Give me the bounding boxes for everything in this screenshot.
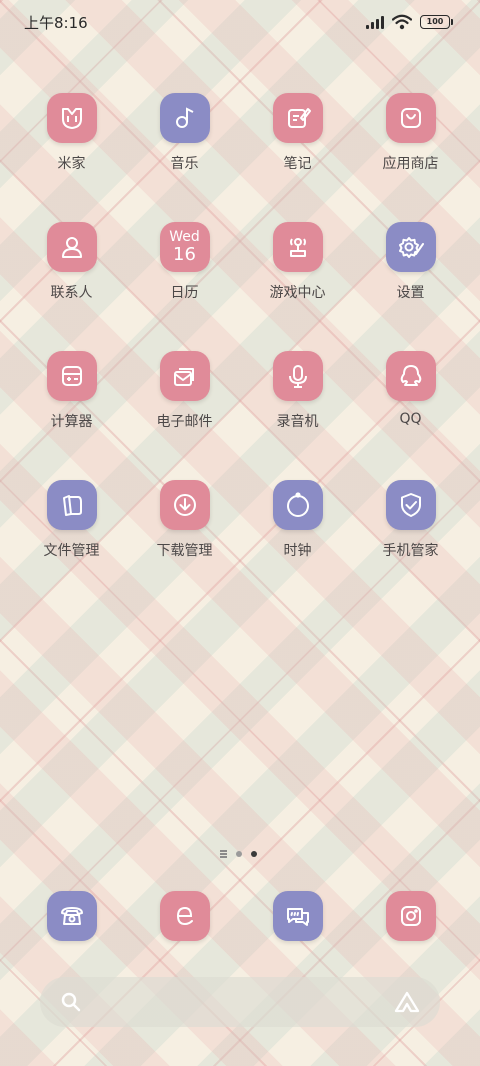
battery-icon: 100 [420, 15, 453, 29]
qq-icon [385, 351, 436, 401]
calculator-icon [46, 351, 97, 401]
app-label: 电子邮件 [156, 414, 213, 430]
app-label: 计算器 [50, 414, 93, 430]
page-indicator[interactable] [220, 850, 257, 858]
app-label: 设置 [396, 285, 425, 301]
app-label: 时钟 [283, 543, 312, 559]
notes-icon [272, 93, 323, 143]
app-security[interactable]: 手机管家 [354, 480, 467, 609]
dock-phone[interactable] [15, 891, 128, 943]
messages-icon [272, 891, 323, 941]
app-game-center[interactable]: 游戏中心 [241, 222, 354, 351]
app-file-manager[interactable]: 文件管理 [15, 480, 128, 609]
email-icon [159, 351, 210, 401]
app-qq[interactable]: QQ [354, 351, 467, 480]
assistant-icon[interactable] [394, 990, 420, 1014]
app-label: 音乐 [170, 156, 199, 172]
settings-icon [385, 222, 436, 272]
browser-icon [159, 891, 210, 941]
status-time: 上午8:16 [24, 14, 88, 32]
page-indicator-menu-icon [220, 850, 227, 858]
app-label: 米家 [57, 156, 86, 172]
app-label: 文件管理 [43, 543, 100, 559]
page-dot-active [251, 850, 257, 857]
wifi-icon [392, 14, 412, 30]
dock-messages[interactable] [241, 891, 354, 943]
app-store-icon [385, 93, 436, 143]
app-recorder[interactable]: 录音机 [241, 351, 354, 480]
app-label: 联系人 [50, 285, 93, 301]
app-clock[interactable]: 时钟 [241, 480, 354, 609]
camera-icon [385, 891, 436, 941]
app-downloads[interactable]: 下载管理 [128, 480, 241, 609]
app-grid: 米家 音乐 笔记 应用商店 联系人 Wed 16 日历 游戏中心 设置 计算器 … [15, 93, 465, 609]
mi-home-icon [46, 93, 97, 143]
calendar-date: 16 [173, 244, 196, 265]
status-bar: 上午8:16 100 [0, 0, 480, 44]
signal-icon [366, 15, 384, 29]
app-label: 游戏中心 [269, 285, 326, 301]
app-label: 下载管理 [156, 543, 213, 559]
contacts-icon [46, 222, 97, 272]
app-contacts[interactable]: 联系人 [15, 222, 128, 351]
app-label: 应用商店 [382, 156, 439, 172]
page-dot [236, 850, 242, 857]
search-bar[interactable] [40, 977, 440, 1027]
calendar-day: Wed [169, 229, 200, 245]
recorder-icon [272, 351, 323, 401]
status-icons: 100 [366, 13, 453, 31]
download-icon [159, 480, 210, 530]
clock-icon [272, 480, 323, 530]
app-music[interactable]: 音乐 [128, 93, 241, 222]
phone-icon [46, 891, 97, 941]
calendar-icon: Wed 16 [159, 222, 210, 272]
app-settings[interactable]: 设置 [354, 222, 467, 351]
app-label: 日历 [170, 285, 199, 301]
music-icon [159, 93, 210, 143]
app-calculator[interactable]: 计算器 [15, 351, 128, 480]
app-label: 笔记 [283, 156, 312, 172]
app-calendar[interactable]: Wed 16 日历 [128, 222, 241, 351]
security-icon [385, 480, 436, 530]
joystick-icon [272, 222, 323, 272]
dock-browser[interactable] [128, 891, 241, 943]
search-icon [61, 992, 81, 1012]
dock-camera[interactable] [354, 891, 467, 943]
app-label: QQ [399, 411, 422, 427]
app-notes[interactable]: 笔记 [241, 93, 354, 222]
app-app-store[interactable]: 应用商店 [354, 93, 467, 222]
app-email[interactable]: 电子邮件 [128, 351, 241, 480]
app-label: 录音机 [276, 414, 319, 430]
app-mi-home[interactable]: 米家 [15, 93, 128, 222]
app-label: 手机管家 [382, 543, 439, 559]
files-icon [46, 480, 97, 530]
dock [15, 891, 465, 943]
